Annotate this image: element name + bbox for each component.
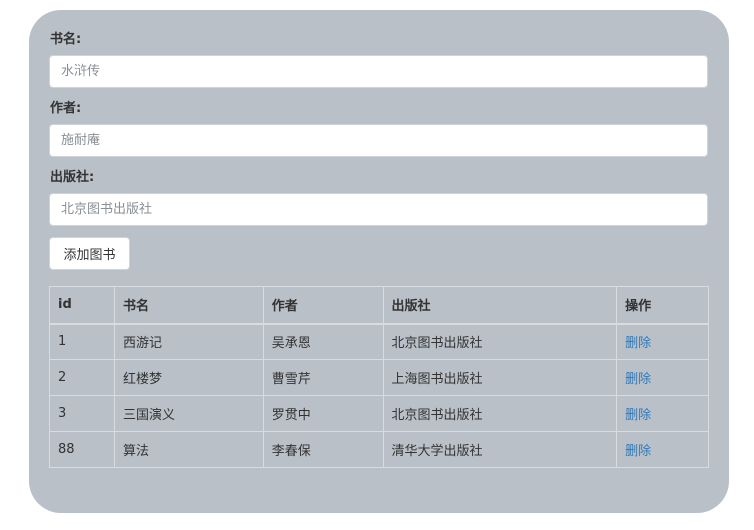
- book-name-label: 书名:: [50, 32, 82, 47]
- author-label: 作者:: [50, 101, 82, 116]
- header-name: 书名: [113, 286, 264, 325]
- cell-id: 88: [49, 431, 115, 468]
- cell-author: 罗贯中: [262, 395, 384, 432]
- cell-publisher: 清华大学出版社: [382, 431, 618, 468]
- table-row: 1 西游记 吴承恩 北京图书出版社 删除: [49, 323, 709, 360]
- table-header-row: id 书名 作者 出版社 操作: [49, 286, 709, 325]
- publisher-label: 出版社:: [50, 170, 95, 185]
- cell-author: 李春保: [262, 431, 384, 468]
- cell-name: 红楼梦: [113, 359, 264, 396]
- cell-id: 1: [49, 323, 115, 360]
- table-row: 3 三国演义 罗贯中 北京图书出版社 删除: [49, 395, 709, 432]
- delete-link[interactable]: 删除: [625, 372, 651, 387]
- delete-link[interactable]: 删除: [625, 444, 651, 459]
- book-form-panel: 书名: 作者: 出版社: 添加图书 id 书名 作者 出版社 操作 1 西游记: [29, 10, 729, 513]
- author-input[interactable]: [49, 124, 708, 157]
- cell-name: 算法: [113, 431, 264, 468]
- cell-author: 吴承恩: [262, 323, 384, 360]
- header-action: 操作: [616, 286, 709, 325]
- cell-publisher: 北京图书出版社: [382, 395, 618, 432]
- table-row: 88 算法 李春保 清华大学出版社 删除: [49, 431, 709, 468]
- books-table: id 书名 作者 出版社 操作 1 西游记 吴承恩 北京图书出版社 删除 2 红…: [49, 286, 709, 468]
- cell-id: 3: [49, 395, 115, 432]
- delete-link[interactable]: 删除: [625, 336, 651, 351]
- cell-action: 删除: [616, 431, 709, 468]
- cell-action: 删除: [616, 395, 709, 432]
- book-name-input[interactable]: [49, 55, 708, 88]
- add-book-button[interactable]: 添加图书: [49, 237, 130, 270]
- header-author: 作者: [262, 286, 384, 325]
- publisher-input[interactable]: [49, 193, 708, 226]
- delete-link[interactable]: 删除: [625, 408, 651, 423]
- cell-id: 2: [49, 359, 115, 396]
- cell-name: 三国演义: [113, 395, 264, 432]
- cell-name: 西游记: [113, 323, 264, 360]
- cell-action: 删除: [616, 323, 709, 360]
- cell-author: 曹雪芹: [262, 359, 384, 396]
- table-row: 2 红楼梦 曹雪芹 上海图书出版社 删除: [49, 359, 709, 396]
- cell-publisher: 北京图书出版社: [382, 323, 618, 360]
- cell-publisher: 上海图书出版社: [382, 359, 618, 396]
- header-id: id: [49, 286, 115, 325]
- cell-action: 删除: [616, 359, 709, 396]
- header-publisher: 出版社: [382, 286, 618, 325]
